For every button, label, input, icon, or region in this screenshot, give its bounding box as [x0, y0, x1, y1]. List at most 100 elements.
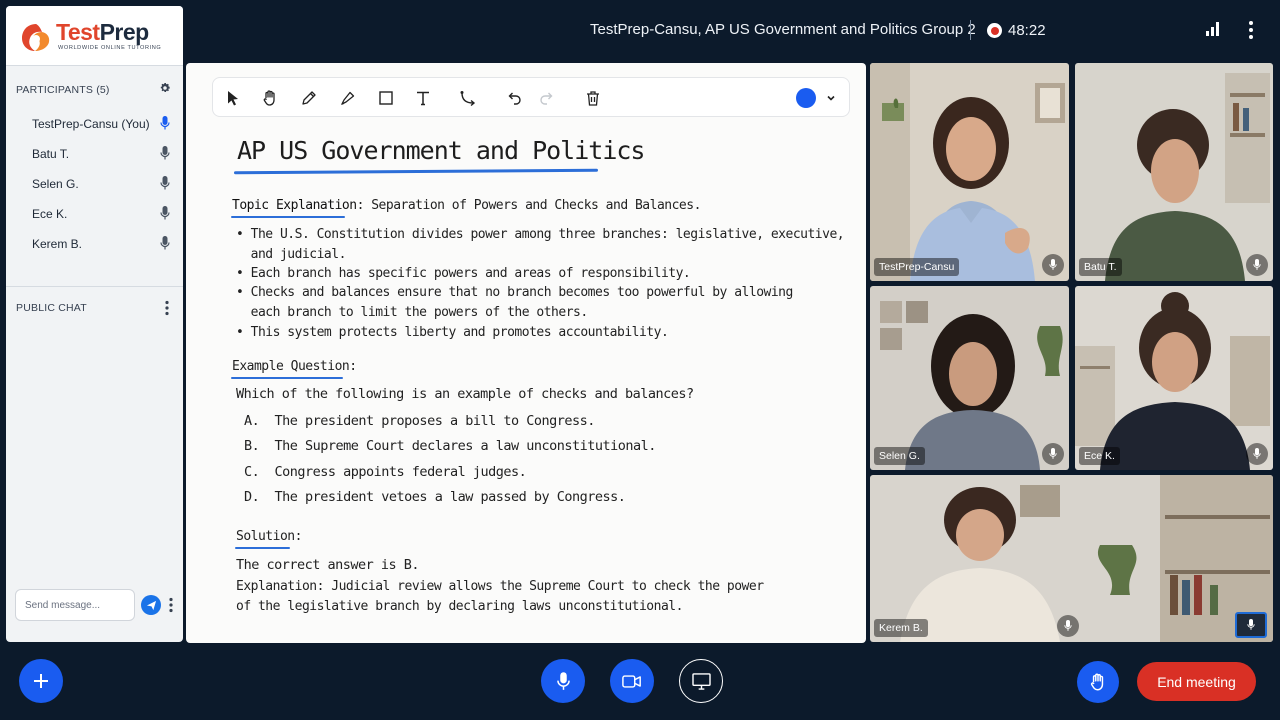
- microphone-icon[interactable]: [160, 236, 170, 251]
- participant-video: [870, 63, 1069, 281]
- send-icon: [146, 600, 156, 610]
- participant-name: Selen G.: [32, 177, 79, 191]
- bullet-line: and judicial.: [236, 247, 347, 262]
- topic-label-underline: [231, 216, 345, 218]
- color-picker-button[interactable]: [796, 88, 816, 108]
- solution-line: of the legislative branch by declaring l…: [236, 599, 683, 614]
- video-tile[interactable]: Batu T.: [1075, 63, 1273, 281]
- raise-hand-icon: [1090, 673, 1104, 691]
- microphone-icon[interactable]: [160, 146, 170, 161]
- bullet-line: • Each branch has specific powers and ar…: [236, 266, 691, 281]
- video-tile[interactable]: Selen G.: [870, 286, 1069, 470]
- answer-option: C. Congress appoints federal judges.: [244, 464, 527, 480]
- microphone-icon: [1049, 448, 1057, 459]
- participant-row[interactable]: Batu T.: [6, 139, 183, 169]
- undo-button[interactable]: [503, 87, 525, 109]
- bullet-line: • The U.S. Constitution divides power am…: [236, 227, 845, 242]
- solution-line: Explanation: Judicial review allows the …: [236, 579, 764, 594]
- participant-row[interactable]: Kerem B.: [6, 229, 183, 259]
- chat-more-options-icon[interactable]: [163, 300, 171, 316]
- rectangle-icon: [379, 91, 393, 105]
- select-tool-button[interactable]: [222, 87, 244, 109]
- brand-name-part2: Prep: [99, 19, 150, 45]
- side-panel: TestPrep WORLDWIDE ONLINE TUTORING PARTI…: [6, 6, 183, 642]
- hand-icon: [263, 90, 275, 106]
- delete-button[interactable]: [582, 87, 604, 109]
- send-message-button[interactable]: [141, 595, 161, 615]
- microphone-active-icon[interactable]: [160, 116, 170, 131]
- recording-timer: 48:22: [1008, 22, 1046, 39]
- participant-row[interactable]: Ece K.: [6, 199, 183, 229]
- answer-option: A. The president proposes a bill to Cong…: [244, 413, 595, 429]
- video-mic-button[interactable]: [1246, 254, 1268, 276]
- video-tile[interactable]: Ece K.: [1075, 286, 1273, 470]
- screen-share-button[interactable]: [679, 659, 723, 703]
- microphone-toggle-button[interactable]: [541, 659, 585, 703]
- meeting-title: TestPrep-Cansu, AP US Government and Pol…: [590, 21, 976, 38]
- whiteboard-title: AP US Government and Politics: [237, 136, 645, 165]
- bullet-line: • Checks and balances ensure that no bra…: [236, 285, 793, 300]
- video-mic-button[interactable]: [1042, 254, 1064, 276]
- participant-video: [1075, 63, 1273, 281]
- microphone-icon: [1064, 620, 1072, 631]
- participant-list: TestPrep-Cansu (You) Batu T. Selen G. Ec…: [6, 109, 183, 259]
- pan-tool-button[interactable]: [259, 87, 281, 109]
- cursor-icon: [228, 91, 238, 106]
- video-mic-button[interactable]: [1042, 443, 1064, 465]
- microphone-icon: [1253, 448, 1261, 459]
- chat-message-input[interactable]: [15, 589, 135, 621]
- microphone-icon: [1253, 259, 1261, 270]
- text-tool-button[interactable]: [412, 87, 434, 109]
- chat-input-more-icon[interactable]: [167, 597, 175, 613]
- whiteboard[interactable]: AP US Government and Politics Topic Expl…: [186, 63, 866, 643]
- raise-hand-button[interactable]: [1077, 661, 1119, 703]
- panel-divider: [6, 286, 183, 287]
- bullet-line: each branch to limit the powers of the o…: [236, 305, 589, 320]
- camera-toggle-button[interactable]: [610, 659, 654, 703]
- brand-name-part1: Test: [56, 19, 100, 45]
- end-meeting-button[interactable]: End meeting: [1137, 662, 1256, 701]
- add-button[interactable]: [19, 659, 63, 703]
- chevron-down-icon[interactable]: [826, 93, 836, 103]
- connector-icon: [460, 91, 476, 107]
- brand-logo: TestPrep WORLDWIDE ONLINE TUTORING: [6, 6, 183, 66]
- video-mic-button[interactable]: [1246, 443, 1268, 465]
- solution-heading: Solution:: [236, 529, 302, 544]
- video-participant-name: Batu T.: [1079, 258, 1122, 276]
- gear-icon[interactable]: [159, 82, 171, 94]
- highlighter-tool-button[interactable]: [337, 87, 359, 109]
- answer-option: D. The president vetoes a law passed by …: [244, 489, 626, 505]
- example-heading: Example Question:: [232, 359, 357, 374]
- microphone-icon: [1247, 619, 1255, 630]
- redo-button[interactable]: [536, 87, 558, 109]
- microphone-icon[interactable]: [160, 206, 170, 221]
- connection-signal-icon[interactable]: [1206, 22, 1220, 36]
- whiteboard-toolbar: [212, 77, 850, 117]
- participant-row[interactable]: TestPrep-Cansu (You): [6, 109, 183, 139]
- connector-tool-button[interactable]: [457, 87, 479, 109]
- topic-line: Topic Explanation: Separation of Powers …: [232, 198, 701, 213]
- self-view-mic-indicator[interactable]: [1235, 612, 1267, 638]
- video-participant-name: TestPrep-Cansu: [874, 258, 960, 276]
- marker-icon: [341, 91, 355, 105]
- solution-label: Solution: [236, 529, 295, 544]
- microphone-icon[interactable]: [160, 176, 170, 191]
- participants-heading: PARTICIPANTS (5): [16, 84, 110, 96]
- more-options-icon[interactable]: [1244, 20, 1258, 40]
- topic-label: Topic Explanation: [232, 198, 357, 213]
- microphone-icon: [1049, 259, 1057, 270]
- pencil-tool-button[interactable]: [298, 87, 320, 109]
- video-mic-button[interactable]: [1057, 615, 1079, 637]
- participant-name: Ece K.: [32, 207, 68, 221]
- public-chat-heading: PUBLIC CHAT: [16, 302, 87, 314]
- topic-text: : Separation of Powers and Checks and Ba…: [356, 198, 702, 213]
- pencil-icon: [302, 91, 316, 105]
- rectangle-tool-button[interactable]: [375, 87, 397, 109]
- undo-icon: [508, 92, 521, 105]
- monitor-icon: [691, 672, 711, 690]
- participant-row[interactable]: Selen G.: [6, 169, 183, 199]
- top-bar: TestPrep-Cansu, AP US Government and Pol…: [186, 0, 1280, 62]
- video-tile[interactable]: TestPrep-Cansu: [870, 63, 1069, 281]
- video-tile[interactable]: Kerem B.: [870, 475, 1273, 642]
- recording-icon: [987, 23, 1002, 38]
